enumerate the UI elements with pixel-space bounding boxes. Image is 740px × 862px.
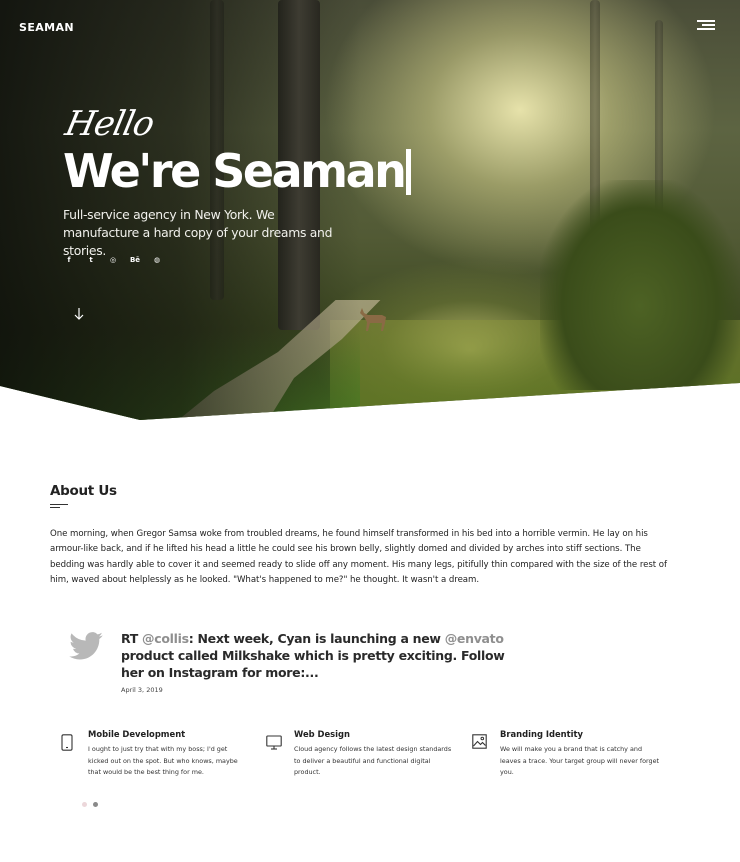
title-underline <box>50 507 60 508</box>
behance-icon[interactable]: Bē <box>129 254 141 266</box>
hamburger-menu-icon[interactable] <box>697 20 715 32</box>
about-title: About Us <box>50 483 117 499</box>
service-description: Cloud agency follows the latest design s… <box>294 745 452 777</box>
instagram-icon[interactable]: ◎ <box>107 254 119 266</box>
facebook-icon[interactable]: f <box>63 254 75 266</box>
image-icon <box>472 734 487 749</box>
service-title: Mobile Development <box>88 729 186 739</box>
dribbble-icon[interactable]: ◍ <box>151 254 163 266</box>
tweet-mention-link[interactable]: @collis <box>142 631 189 646</box>
twitter-icon[interactable]: t <box>85 254 97 266</box>
title-underline <box>50 504 68 505</box>
bush <box>540 180 740 390</box>
service-description: I ought to just try that with my boss; I… <box>88 745 238 777</box>
tweet-mention-link[interactable]: @envato <box>445 631 504 646</box>
mobile-phone-icon <box>61 734 73 751</box>
hero-section: SEAMAN Hello We're Seaman Full-service a… <box>0 0 740 420</box>
hero-headline-text: We're Seaman <box>63 144 407 198</box>
tweet-date: April 3, 2019 <box>121 686 163 694</box>
hero-headline: We're Seaman <box>63 144 412 198</box>
tweet-text: RT @collis: Next week, Cyan is launching… <box>121 630 521 681</box>
carousel-dot-active[interactable] <box>93 802 98 807</box>
service-description: We will make you a brand that is catchy … <box>500 745 660 777</box>
tweet-prefix: RT <box>121 631 143 646</box>
typing-cursor <box>406 149 412 195</box>
twitter-bird-icon <box>69 632 103 660</box>
hero-tagline: Full-service agency in New York. We manu… <box>63 207 333 258</box>
about-text: One morning, when Gregor Samsa woke from… <box>50 529 667 585</box>
site-logo[interactable]: SEAMAN <box>19 21 74 34</box>
carousel-pagination <box>82 802 98 807</box>
carousel-dot[interactable] <box>82 802 87 807</box>
service-title: Web Design <box>294 729 350 739</box>
social-links: f t ◎ Bē ◍ <box>63 254 163 266</box>
monitor-icon <box>266 735 282 750</box>
hello-script: Hello <box>61 104 158 144</box>
arrow-down-icon[interactable] <box>73 307 85 321</box>
deer-figure <box>360 308 386 331</box>
tweet-text-part: : Next week, Cyan is launching a new <box>188 631 445 646</box>
tweet-text-part: product called Milkshake which is pretty… <box>121 648 505 680</box>
service-title: Branding Identity <box>500 729 583 739</box>
